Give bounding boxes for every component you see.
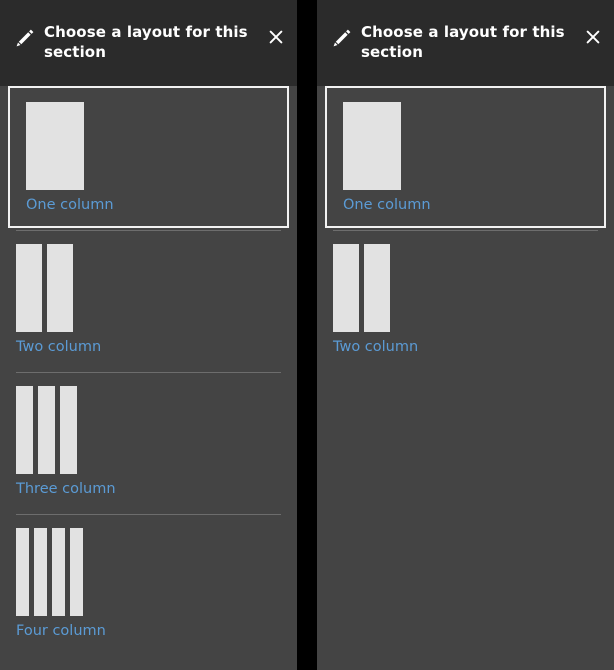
layout-option-list: One column Two column Three column Four … [0, 86, 297, 670]
thumbnail-column [364, 244, 390, 332]
layout-dialog-left: Choose a layout for this section One col… [0, 0, 297, 670]
layout-thumbnail-one-column [343, 102, 588, 190]
dialog-header: Choose a layout for this section [0, 0, 297, 86]
option-divider [16, 372, 281, 373]
dialog-title: Choose a layout for this section [44, 23, 248, 61]
layout-option-one-column[interactable]: One column [325, 86, 606, 228]
layout-thumbnail-three-column [16, 386, 281, 474]
layout-thumbnail-two-column [16, 244, 281, 332]
thumbnail-column [16, 386, 33, 474]
thumbnail-column [38, 386, 55, 474]
layout-option-label: Four column [16, 623, 106, 639]
thumbnail-column [47, 244, 73, 332]
pencil-icon [14, 27, 36, 49]
thumbnail-column [52, 528, 65, 616]
thumbnail-column [333, 244, 359, 332]
layout-dialog-right: Choose a layout for this section One col… [317, 0, 614, 670]
pencil-icon [331, 27, 353, 49]
dialog-header: Choose a layout for this section [317, 0, 614, 86]
layout-option-list: One column Two column [317, 86, 614, 670]
thumbnail-column [343, 102, 401, 190]
panel-separator [297, 0, 317, 670]
dialog-title: Choose a layout for this section [361, 23, 565, 61]
layout-option-two-column[interactable]: Two column [14, 228, 283, 370]
layout-option-label: Three column [16, 481, 116, 497]
layout-option-two-column[interactable]: Two column [331, 228, 600, 370]
layout-option-label: Two column [333, 339, 419, 355]
close-button[interactable] [263, 24, 289, 50]
layout-thumbnail-four-column [16, 528, 281, 616]
close-icon [269, 30, 283, 44]
layout-option-label: One column [26, 197, 114, 213]
close-icon [586, 30, 600, 44]
layout-option-one-column[interactable]: One column [8, 86, 289, 228]
screen-root: Choose a layout for this section One col… [0, 0, 614, 670]
layout-thumbnail-one-column [26, 102, 271, 190]
layout-option-three-column[interactable]: Three column [14, 370, 283, 512]
thumbnail-column [26, 102, 84, 190]
option-divider [333, 230, 598, 231]
layout-option-four-column[interactable]: Four column [14, 512, 283, 654]
thumbnail-column [70, 528, 83, 616]
close-button[interactable] [580, 24, 606, 50]
layout-option-label: Two column [16, 339, 102, 355]
thumbnail-column [16, 528, 29, 616]
layout-option-label: One column [343, 197, 431, 213]
thumbnail-column [34, 528, 47, 616]
option-divider [16, 514, 281, 515]
thumbnail-column [16, 244, 42, 332]
thumbnail-column [60, 386, 77, 474]
layout-thumbnail-two-column [333, 244, 598, 332]
option-divider [16, 230, 281, 231]
